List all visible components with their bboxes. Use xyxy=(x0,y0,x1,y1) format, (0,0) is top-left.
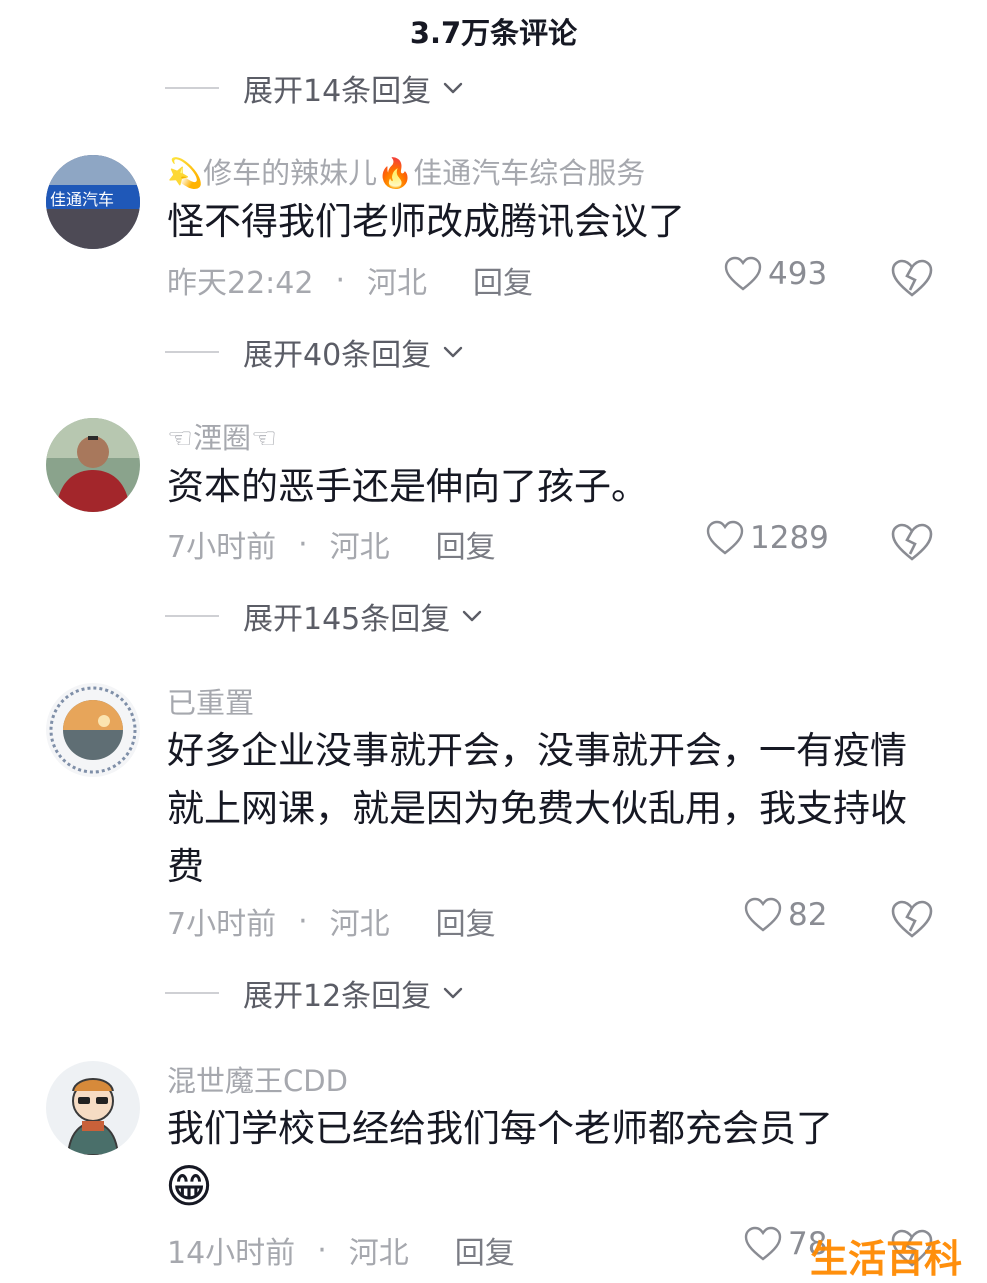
avatar[interactable] xyxy=(46,418,140,512)
broken-heart-icon[interactable] xyxy=(890,522,934,562)
comment-text: 资本的恶手还是伸向了孩子。 xyxy=(167,465,648,508)
like-count: 493 xyxy=(768,256,828,292)
comment-location: 河北 xyxy=(329,530,390,565)
heart-outline-icon xyxy=(706,520,744,555)
reply-button[interactable]: 回复 xyxy=(473,258,533,302)
heart-outline-icon xyxy=(724,256,762,291)
broken-heart-icon[interactable] xyxy=(890,258,934,298)
expand-replies-button[interactable]: 展开12条回复 xyxy=(165,971,465,1015)
heart-outline-icon xyxy=(744,1226,782,1261)
comment-text: 怪不得我们老师改成腾讯会议了 xyxy=(167,200,685,243)
comment-username[interactable]: 💫修车的辣妹儿🔥佳通汽车综合服务 xyxy=(167,150,645,192)
comment-username[interactable]: ☜湮圈☜ xyxy=(167,415,277,457)
expand-replies-label: 展开14条回复 xyxy=(243,74,432,109)
reply-button[interactable]: 回复 xyxy=(455,1228,515,1272)
watermark: 生活百科 xyxy=(810,1237,963,1281)
avatar[interactable] xyxy=(46,683,140,777)
svg-text:佳通汽车: 佳通汽车 xyxy=(50,190,114,209)
divider-line xyxy=(165,87,219,89)
expand-replies-button[interactable]: 展开40条回复 xyxy=(165,330,465,374)
avatar[interactable] xyxy=(46,1061,140,1155)
like-button[interactable]: 1289 xyxy=(706,520,829,556)
like-button[interactable]: 82 xyxy=(744,897,827,933)
expand-replies-button[interactable]: 展开14条回复 xyxy=(165,66,465,110)
chevron-down-icon xyxy=(443,987,463,999)
comment-meta: 昨天22:42 · 河北 回复 xyxy=(167,258,533,302)
comment-location: 河北 xyxy=(367,266,428,301)
comment-meta: 7小时前 · 河北 回复 xyxy=(167,899,496,943)
divider-line xyxy=(165,992,219,994)
comment-username[interactable]: 已重置 xyxy=(167,680,254,722)
expand-replies-label: 展开40条回复 xyxy=(243,338,432,373)
chevron-down-icon xyxy=(443,346,463,358)
grin-emoji: 😁 xyxy=(165,1159,213,1213)
comment-meta: 14小时前 · 河北 回复 xyxy=(167,1228,515,1272)
reply-button[interactable]: 回复 xyxy=(436,899,496,943)
divider-line xyxy=(165,615,219,617)
comment-text: 我们学校已经给我们每个老师都充会员了 xyxy=(167,1107,833,1150)
divider-line xyxy=(165,351,219,353)
comment-time: 昨天22:42 xyxy=(167,266,314,301)
comment-location: 河北 xyxy=(348,1236,409,1271)
comment-time: 14小时前 xyxy=(167,1236,296,1271)
comment-time: 7小时前 xyxy=(167,530,277,565)
reply-button[interactable]: 回复 xyxy=(436,522,496,566)
expand-replies-label: 展开145条回复 xyxy=(243,602,451,637)
chevron-down-icon xyxy=(443,82,463,94)
comment-location: 河北 xyxy=(329,907,390,942)
like-button[interactable]: 493 xyxy=(724,256,827,292)
like-count: 82 xyxy=(788,897,828,933)
expand-replies-button[interactable]: 展开145条回复 xyxy=(165,594,484,638)
heart-outline-icon xyxy=(744,897,782,932)
comment-username[interactable]: 混世魔王CDD xyxy=(167,1058,348,1100)
avatar[interactable]: 佳通汽车 xyxy=(46,155,140,249)
comment-meta: 7小时前 · 河北 回复 xyxy=(167,522,496,566)
broken-heart-icon[interactable] xyxy=(890,899,934,939)
chevron-down-icon xyxy=(463,610,482,622)
expand-replies-label: 展开12条回复 xyxy=(243,979,432,1014)
like-count: 1289 xyxy=(750,520,829,556)
comment-text: 好多企业没事就开会，没事就开会，一有疫情就上网课，就是因为免费大伙乱用，我支持收… xyxy=(167,729,907,888)
comment-time: 7小时前 xyxy=(167,907,277,942)
comments-count-title: 3.7万条评论 xyxy=(409,16,578,50)
